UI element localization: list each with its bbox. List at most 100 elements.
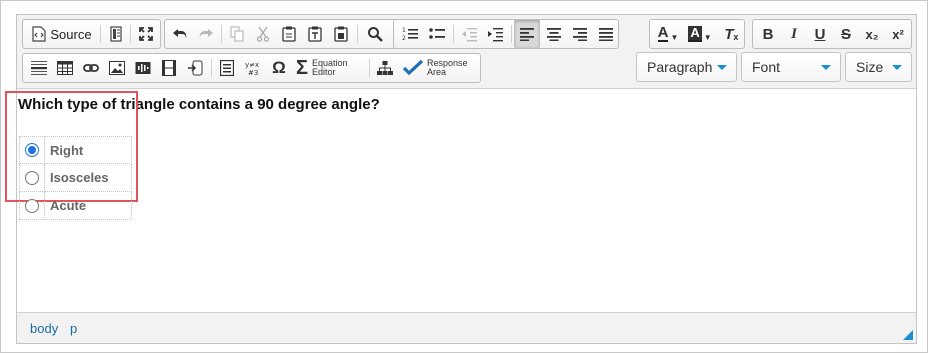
dialog-frame: Source 1 2 A ▼ A ▼ T x B I U S x₂ x² y≠x… [0, 0, 928, 353]
clear-format-icon: Tx [724, 25, 739, 43]
image-button[interactable] [104, 54, 130, 82]
separator [221, 25, 222, 43]
bulleted-list-button[interactable] [424, 20, 450, 48]
math-notation-icon: y≠x #3 [245, 60, 261, 76]
copy-button[interactable] [224, 20, 250, 48]
template-icon [220, 60, 234, 76]
source-icon [32, 26, 46, 42]
font-dropdown[interactable]: Font [741, 52, 841, 82]
bold-icon: B [762, 25, 774, 43]
chevron-down-icon [892, 65, 902, 70]
font-value: Font [752, 59, 781, 75]
horizontal-line-button[interactable] [26, 54, 52, 82]
link-icon [83, 63, 99, 73]
remove-format-button[interactable]: Tx [716, 20, 742, 48]
strikethrough-button[interactable]: S [833, 20, 859, 48]
underline-button[interactable]: U [807, 20, 833, 48]
subscript-icon: x₂ [865, 26, 879, 42]
rich-text-editor: Source 1 2 A ▼ A ▼ T x B I U S x₂ x² y≠x… [5, 14, 917, 344]
paste-text-button[interactable] [302, 20, 328, 48]
text-color-button[interactable]: A ▼ [652, 20, 684, 48]
strikethrough-icon: S [840, 25, 851, 43]
align-justify-button[interactable] [593, 20, 619, 48]
preview-button[interactable] [103, 20, 129, 48]
numbered-list-button[interactable]: 12 [397, 20, 423, 48]
source-label: Source [50, 26, 92, 42]
subscript-button[interactable]: x₂ [859, 20, 885, 48]
table-button[interactable] [52, 54, 78, 82]
italic-button[interactable]: I [781, 20, 807, 48]
copy-icon [230, 26, 244, 42]
omega-icon: Ω [272, 58, 286, 77]
indent-icon [487, 26, 503, 42]
background-color-button[interactable]: A ▼ [684, 20, 716, 48]
path-item-body[interactable]: body [30, 321, 58, 336]
toolbar-group-paragraph: 12 [393, 19, 619, 49]
source-button[interactable]: Source [26, 20, 98, 48]
redo-button[interactable] [193, 20, 219, 48]
bold-button[interactable]: B [755, 20, 781, 48]
link-button[interactable] [78, 54, 104, 82]
align-left-icon [520, 27, 534, 41]
paste-word-icon [334, 26, 348, 42]
background-color-icon: A ▼ [688, 25, 712, 42]
separator [100, 25, 101, 43]
audio-icon [135, 60, 151, 76]
response-area-button[interactable]: Response Area [400, 54, 480, 82]
radio-cell [19, 192, 45, 220]
svg-text:#3: #3 [248, 69, 258, 76]
video-button[interactable] [156, 54, 182, 82]
editor-toolbar: Source 1 2 A ▼ A ▼ T x B I U S x₂ x² y≠x… [17, 15, 916, 89]
toolbar-group-colors: A ▼ A ▼ Tx [649, 19, 745, 49]
maximize-icon [138, 26, 154, 42]
template-button[interactable] [214, 54, 240, 82]
size-dropdown[interactable]: Size [845, 52, 912, 82]
clipboard-icon [282, 26, 296, 42]
answer-radio[interactable] [25, 170, 39, 185]
hierarchy-button[interactable] [372, 54, 398, 82]
answer-option: Right [19, 136, 132, 164]
align-center-button[interactable] [541, 20, 567, 48]
svg-text:y≠x: y≠x [245, 61, 259, 69]
audio-button[interactable] [130, 54, 156, 82]
indent-button[interactable] [482, 20, 508, 48]
paste-button[interactable] [276, 20, 302, 48]
italic-icon: I [791, 25, 797, 42]
underline-icon: U [814, 25, 826, 43]
film-icon [162, 60, 176, 76]
outdent-icon [461, 26, 477, 42]
checkmark-icon [403, 60, 423, 76]
embed-button[interactable] [182, 54, 208, 82]
maximize-button[interactable] [133, 20, 159, 48]
element-path-bar: body p [17, 312, 916, 343]
separator [369, 59, 370, 77]
cut-button[interactable] [250, 20, 276, 48]
sigma-icon: Σ [296, 56, 309, 79]
find-button[interactable] [362, 20, 388, 48]
answer-option: Acute [19, 192, 132, 220]
horizontal-line-icon [31, 60, 47, 76]
answer-radio[interactable] [25, 143, 39, 157]
editor-content-area[interactable]: Which type of triangle contains a 90 deg… [5, 90, 916, 312]
answer-label: Acute [45, 192, 132, 220]
answer-radio[interactable] [25, 198, 39, 213]
align-left-button[interactable] [514, 20, 540, 48]
separator [211, 59, 212, 77]
paragraph-format-value: Paragraph [647, 59, 713, 75]
path-item-p[interactable]: p [70, 321, 77, 336]
undo-button[interactable] [167, 20, 193, 48]
outdent-button[interactable] [456, 20, 482, 48]
embed-icon [187, 60, 203, 76]
paste-word-button[interactable] [328, 20, 354, 48]
resize-handle[interactable] [903, 330, 913, 340]
superscript-button[interactable]: x² [885, 20, 911, 48]
paragraph-format-dropdown[interactable]: Paragraph [636, 52, 737, 82]
special-character-button[interactable]: Ω [266, 54, 292, 82]
math-notation-button[interactable]: y≠x #3 [240, 54, 266, 82]
question-text: Which type of triangle contains a 90 deg… [18, 96, 380, 113]
separator [511, 25, 512, 43]
toolbar-group-insert: y≠x #3 Ω Σ Equation Editor Response Area [22, 53, 481, 83]
redo-icon [198, 27, 214, 41]
align-right-button[interactable] [567, 20, 593, 48]
equation-editor-button[interactable]: Σ Equation Editor [292, 54, 366, 82]
